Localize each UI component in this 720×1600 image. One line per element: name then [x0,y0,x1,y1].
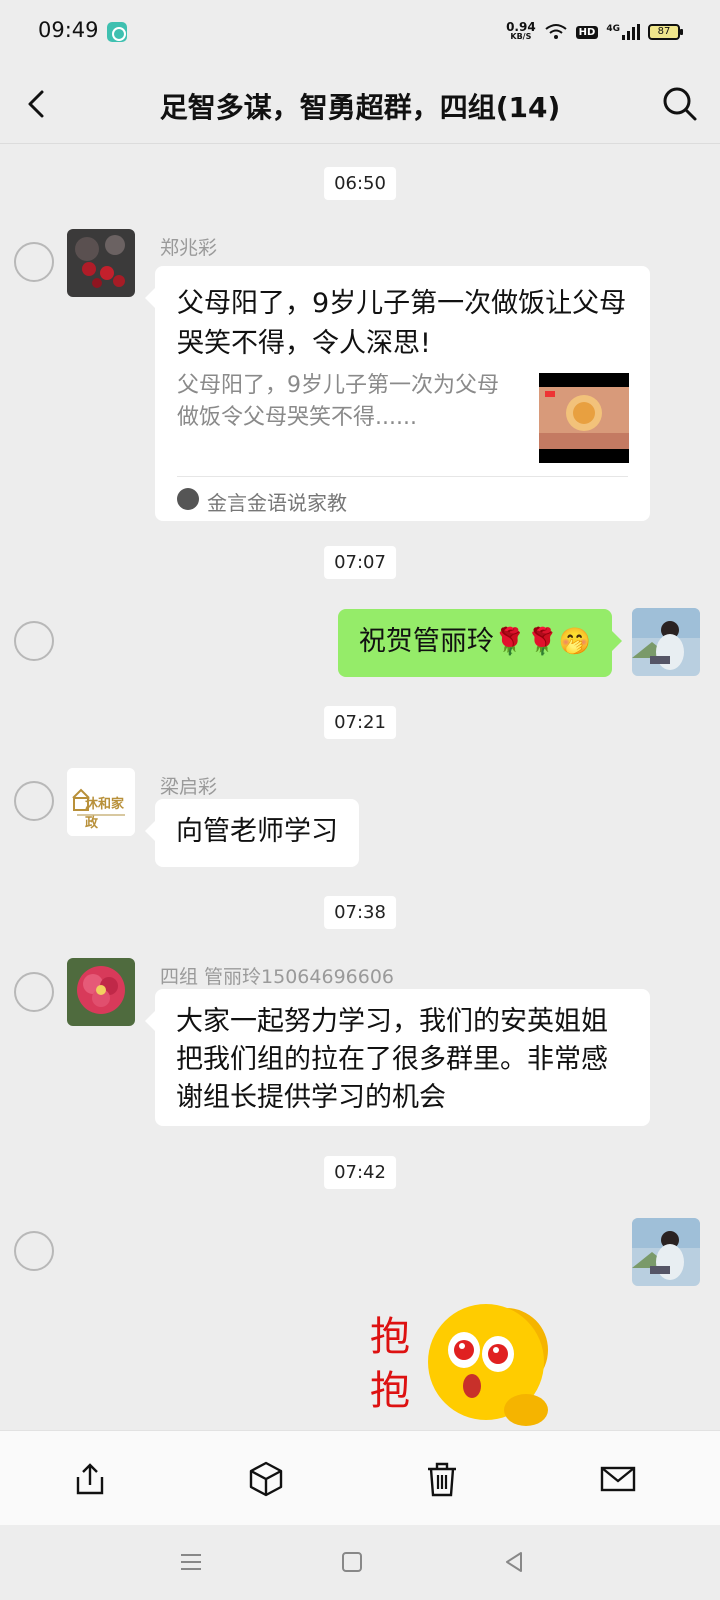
chat-title: 足智多谋，智勇超群，四组(14) [159,91,561,124]
avatar[interactable]: 沐和家政 [67,768,135,836]
message-text: 大家一起努力学习，我们的安英姐姐把我们组的拉在了很多群里。非常感谢组长提供学习的… [176,1006,608,1113]
chevron-left-icon [28,90,44,118]
sender-name: 郑兆彩 [160,237,218,259]
emoji-rose-rose-hush: 🌹🌹🤭 [493,627,591,657]
email-button[interactable] [598,1459,638,1499]
message-bubble-outgoing[interactable]: 祝贺管丽玲🌹🌹🤭 [337,609,623,677]
message-list[interactable]: 06:50 郑兆彩 父母阳了，9岁儿子第一次做饭让父母哭笑不得，令人深思! 父母… [0,145,720,1430]
favorite-button[interactable] [246,1459,286,1499]
message-bubble-incoming[interactable]: 向管老师学习 [145,799,359,867]
multi-select-action-bar [0,1430,720,1525]
delete-button[interactable] [422,1459,462,1499]
message-text: 祝贺管丽玲 [358,626,494,657]
home-icon [342,1552,362,1572]
message-bubble-incoming[interactable]: 大家一起努力学习，我们的安英姐姐把我们组的拉在了很多群里。非常感谢组长提供学习的… [145,989,650,1126]
system-back-button[interactable] [499,1547,529,1577]
battery-indicator: 87 [648,24,683,40]
sender-name: 四组 管丽玲15064696606 [160,966,395,988]
home-button[interactable] [337,1547,367,1577]
status-bar: 09:49 0.94 KB/S HD 4G 87 [0,0,720,64]
recent-apps-button[interactable] [176,1547,206,1577]
status-time: 09:49 [38,18,99,42]
select-circle[interactable] [14,242,54,282]
my-avatar[interactable] [632,1218,700,1286]
link-card-source: 金言金语说家教 [207,491,347,515]
sticker-message[interactable]: 抱抱 [370,1290,560,1430]
timestamp: 06:50 [324,167,396,200]
message-text: 向管老师学习 [176,816,338,847]
mail-icon [600,1466,636,1492]
status-indicators: 0.94 KB/S HD 4G 87 [506,18,683,46]
share-button[interactable] [70,1459,110,1499]
select-circle[interactable] [14,781,54,821]
network-type-label: 4G [606,24,620,34]
search-button[interactable] [658,82,702,126]
select-circle[interactable] [14,621,54,661]
system-navigation-bar [0,1525,720,1600]
source-avatar-icon [177,488,199,510]
avatar[interactable] [67,229,135,297]
link-card-thumbnail [539,373,629,463]
search-icon [663,87,697,121]
hd-badge: HD [575,25,599,39]
menu-icon [181,1554,201,1570]
timestamp: 07:07 [324,546,396,579]
back-button[interactable] [18,84,58,124]
network-speed-value: 0.94 [506,20,536,34]
back-icon [506,1552,522,1572]
notification-app-icon [107,22,127,42]
timestamp: 07:21 [324,706,396,739]
link-card-divider [177,476,628,477]
select-circle[interactable] [14,972,54,1012]
wifi-icon [545,24,567,39]
network-speed: 0.94 KB/S [506,20,536,42]
timestamp: 07:38 [324,896,396,929]
sender-name: 梁启彩 [160,776,218,798]
chat-header: 足智多谋，智勇超群，四组(14) [0,64,720,144]
link-card-description: 父母阳了，9岁儿子第一次为父母做饭令父母哭笑不得...... [177,373,499,430]
share-icon [76,1463,104,1495]
my-avatar[interactable] [632,608,700,676]
box-icon [249,1461,283,1497]
timestamp: 07:42 [324,1156,396,1189]
select-circle[interactable] [14,1231,54,1271]
link-card-title: 父母阳了，9岁儿子第一次做饭让父母哭笑不得，令人深思! [177,288,627,359]
avatar[interactable] [67,958,135,1026]
avatar-logo-text: 沐和家政 [85,797,125,831]
hug-emoji-icon [428,1304,548,1426]
link-card[interactable]: 父母阳了，9岁儿子第一次做饭让父母哭笑不得，令人深思! 父母阳了，9岁儿子第一次… [145,266,650,521]
delete-icon [428,1462,456,1497]
network-speed-unit: KB/S [510,32,532,41]
cellular-signal-icon: 4G [606,24,640,40]
